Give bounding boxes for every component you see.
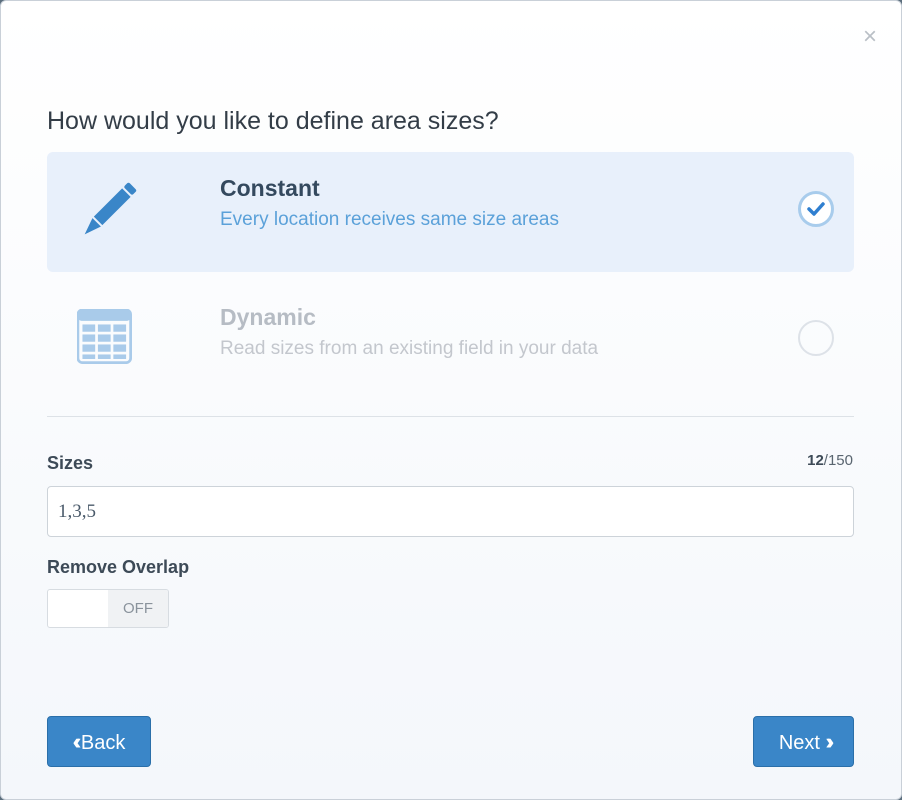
close-icon[interactable]: ×: [863, 23, 877, 51]
option-radio-unchecked[interactable]: [798, 320, 834, 356]
sizes-label: Sizes: [47, 453, 94, 473]
dialog-question: How would you like to define area sizes?: [47, 107, 499, 135]
option-title: Constant: [220, 175, 320, 201]
back-button-label: Back: [80, 732, 126, 754]
double-chevron-right-icon: ››: [825, 729, 834, 754]
counter-current: 12: [807, 452, 824, 469]
pencil-icon: [84, 182, 137, 235]
next-button[interactable]: Next ››: [753, 716, 854, 767]
toggle-state-label: OFF: [108, 590, 168, 627]
option-dynamic[interactable]: Dynamic Read sizes from an existing fiel…: [47, 281, 854, 401]
character-counter: 12/150: [807, 452, 853, 469]
remove-overlap-label: Remove Overlap: [47, 557, 190, 577]
back-button[interactable]: ‹‹ Back: [47, 716, 151, 767]
double-chevron-left-icon: ‹‹: [72, 729, 81, 754]
next-button-label: Next: [778, 732, 820, 754]
divider: [47, 416, 854, 417]
sizes-input[interactable]: [47, 486, 854, 537]
table-icon: [77, 309, 132, 364]
remove-overlap-toggle[interactable]: OFF: [47, 589, 169, 628]
option-radio-checked[interactable]: [798, 191, 834, 227]
option-description: Every location receives same size areas: [220, 209, 559, 230]
option-title: Dynamic: [220, 304, 316, 330]
checkmark-icon: [807, 202, 825, 216]
counter-max: /150: [823, 452, 853, 469]
option-description: Read sizes from an existing field in you…: [220, 338, 599, 359]
option-constant[interactable]: Constant Every location receives same si…: [47, 152, 854, 272]
define-area-sizes-dialog: × How would you like to define area size…: [0, 0, 902, 800]
